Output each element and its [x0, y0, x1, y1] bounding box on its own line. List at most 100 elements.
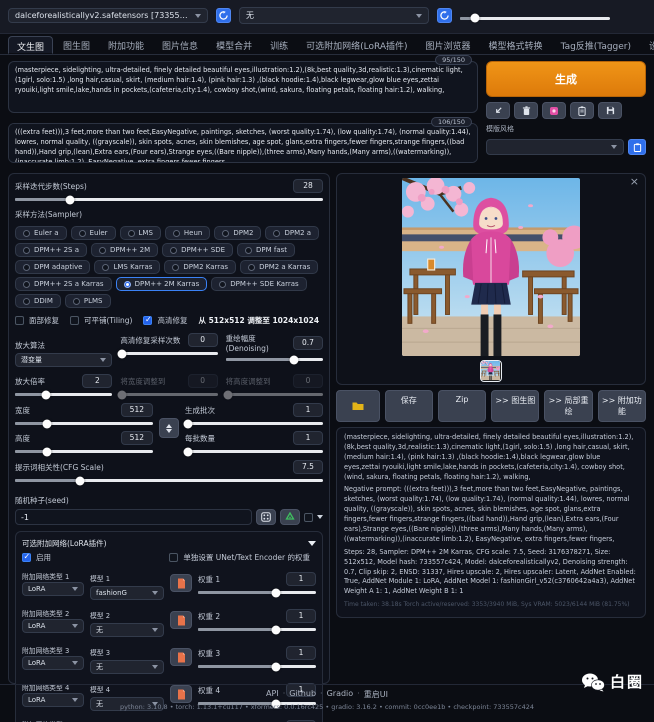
lora-model-select-3[interactable]: 无	[90, 660, 164, 674]
lora-type-select-2[interactable]: LoRA	[22, 619, 84, 633]
save-button[interactable]: 保存	[385, 390, 433, 422]
slider-handle[interactable]	[271, 625, 280, 634]
clear-prompt-button[interactable]	[514, 102, 538, 119]
hires-steps-track[interactable]	[120, 352, 217, 355]
slider-handle[interactable]	[66, 195, 75, 204]
upscale-by-value[interactable]: 2	[82, 374, 112, 388]
denoising-value[interactable]: 0.7	[293, 336, 323, 350]
read-params-button[interactable]	[486, 102, 510, 119]
refresh-checkpoints-button[interactable]	[216, 8, 231, 23]
extra-networks-button[interactable]	[542, 102, 566, 119]
slider-handle[interactable]	[42, 447, 51, 456]
sampler-plms[interactable]: PLMS	[65, 294, 111, 308]
sampler-lms-karras[interactable]: LMS Karras	[94, 260, 160, 274]
slider-handle[interactable]	[289, 355, 298, 364]
slider-handle[interactable]	[42, 419, 51, 428]
sampler-dpm2[interactable]: DPM2	[214, 226, 261, 240]
sampler-dpm-adaptive[interactable]: DPM adaptive	[15, 260, 90, 274]
sampler-lms[interactable]: LMS	[120, 226, 161, 240]
apply-style-button[interactable]	[570, 102, 594, 119]
lora-model-info-button-1[interactable]	[170, 574, 192, 592]
model-checkpoint-select[interactable]: dalceforealisticallyv2.safetensors [7335…	[8, 8, 208, 23]
generate-button[interactable]: 生成	[486, 61, 646, 97]
send-to-extras-button[interactable]: >> 附加功能	[598, 390, 646, 422]
lora-weight-value-2[interactable]: 1	[286, 609, 316, 623]
lora-weight-value-1[interactable]: 1	[286, 572, 316, 586]
batch-size-track[interactable]	[185, 450, 323, 453]
seed-input[interactable]	[15, 509, 252, 525]
slider-handle[interactable]	[271, 662, 280, 671]
upscaler-select[interactable]: 潜变量	[15, 353, 112, 367]
apply-selected-style-button[interactable]	[628, 139, 646, 155]
tiling-checkbox[interactable]	[70, 316, 79, 325]
github-link[interactable]: Github	[289, 689, 316, 700]
restore-faces-checkbox[interactable]	[15, 316, 24, 325]
sampler-euler[interactable]: Euler	[71, 226, 116, 240]
batch-count-value[interactable]: 1	[293, 403, 323, 417]
accordion-collapse-icon[interactable]	[308, 541, 316, 546]
tab-train[interactable]: 训练	[262, 36, 296, 54]
send-to-img2img-button[interactable]: >> 图生图	[491, 390, 539, 422]
denoising-track[interactable]	[226, 358, 323, 361]
reuse-seed-button[interactable]	[280, 509, 300, 525]
width-track[interactable]	[15, 422, 153, 425]
save-style-button[interactable]	[598, 102, 622, 119]
lora-type-select-1[interactable]: LoRA	[22, 582, 84, 596]
batch-size-value[interactable]: 1	[293, 431, 323, 445]
random-seed-button[interactable]	[256, 509, 276, 525]
sampler-dpm2-karras[interactable]: DPM2 Karras	[164, 260, 236, 274]
lora-header[interactable]: 可选附加网络(LoRA插件)	[22, 538, 107, 549]
width-value[interactable]: 512	[121, 403, 153, 417]
steps-track[interactable]	[15, 198, 323, 201]
hires-steps-value[interactable]: 0	[188, 333, 218, 347]
tab-tagger[interactable]: Tag反推(Tagger)	[553, 36, 639, 54]
lora-model-select-1[interactable]: fashionG	[90, 586, 164, 600]
tab-checkpoint-merger[interactable]: 模型合并	[208, 36, 260, 54]
style-template-select[interactable]	[486, 139, 624, 155]
hires-fix-checkbox[interactable]	[143, 316, 152, 325]
slider-handle[interactable]	[118, 349, 127, 358]
tab-model-converter[interactable]: 模型格式转换	[481, 36, 551, 54]
tab-img2img[interactable]: 图生图	[55, 36, 98, 54]
extra-seed-checkbox[interactable]	[304, 513, 313, 522]
close-icon[interactable]: ×	[630, 176, 639, 187]
sampler-dpm2-a[interactable]: DPM2 a	[265, 226, 319, 240]
sampler-dpmpp-2m-karras[interactable]: DPM++ 2M Karras	[116, 277, 208, 291]
slider-handle[interactable]	[471, 14, 480, 23]
lora-weight-value-3[interactable]: 1	[286, 646, 316, 660]
sampler-dpmpp-2s-a[interactable]: DPM++ 2S a	[15, 243, 87, 257]
slider-handle[interactable]	[183, 419, 192, 428]
lora-type-select-3[interactable]: LoRA	[22, 656, 84, 670]
reload-ui-link[interactable]: 重启UI	[364, 689, 388, 700]
slider-handle[interactable]	[183, 447, 192, 456]
cfg-track[interactable]	[15, 479, 323, 482]
sampler-dpm2-a-karras[interactable]: DPM2 a Karras	[240, 260, 318, 274]
prompt-input[interactable]: (masterpiece, sidelighting, ultra-detail…	[8, 61, 478, 113]
lora-enable-checkbox[interactable]	[22, 553, 31, 562]
lora-weight-track-1[interactable]	[198, 591, 316, 594]
tab-image-browser[interactable]: 图片浏览器	[418, 36, 479, 54]
clip-skip-slider[interactable]	[460, 12, 610, 20]
seed-extras-expand-icon[interactable]	[317, 515, 323, 519]
slider-handle[interactable]	[42, 390, 51, 399]
sampler-euler-a[interactable]: Euler a	[15, 226, 67, 240]
gallery-thumbnail-1[interactable]	[480, 360, 502, 382]
lora-model-select-2[interactable]: 无	[90, 623, 164, 637]
sampler-heun[interactable]: Heun	[165, 226, 210, 240]
lora-separate-weights-checkbox[interactable]	[169, 553, 178, 562]
slider-handle[interactable]	[75, 476, 84, 485]
cfg-value[interactable]: 7.5	[293, 460, 323, 474]
tab-png-info[interactable]: 图片信息	[154, 36, 206, 54]
swap-dimensions-button[interactable]	[159, 418, 179, 438]
tab-settings[interactable]: 设置	[641, 36, 654, 54]
lora-weight-track-3[interactable]	[198, 665, 316, 668]
sampler-dpm-fast[interactable]: DPM fast	[237, 243, 295, 257]
api-link[interactable]: API	[266, 689, 279, 700]
height-value[interactable]: 512	[121, 431, 153, 445]
tab-additional-networks[interactable]: 可选附加网络(LoRA插件)	[298, 36, 415, 54]
lora-weight-track-2[interactable]	[198, 628, 316, 631]
slider-handle[interactable]	[271, 588, 280, 597]
sampler-dpmpp-2m[interactable]: DPM++ 2M	[91, 243, 158, 257]
negative-prompt-input[interactable]: (((extra feet))),3 feet,more than two fe…	[8, 123, 478, 163]
refresh-vae-button[interactable]	[437, 8, 452, 23]
